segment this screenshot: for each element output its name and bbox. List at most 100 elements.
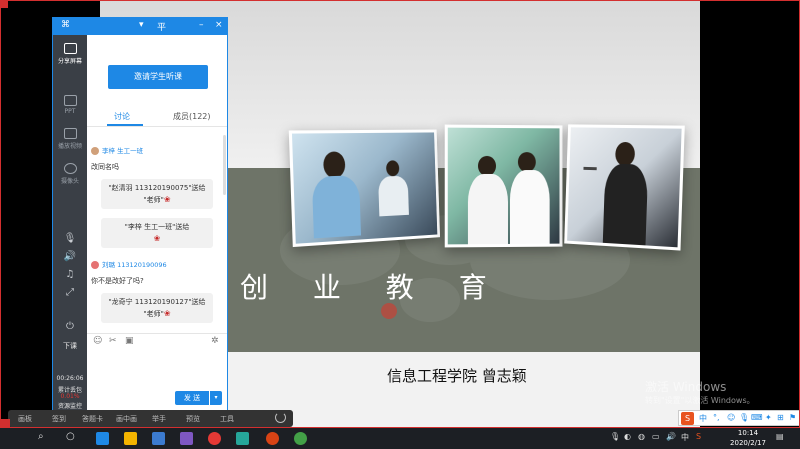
close-icon[interactable]: × bbox=[215, 20, 223, 30]
tab-divider bbox=[87, 126, 227, 127]
taskbar-input-lang[interactable]: 中 bbox=[681, 432, 689, 443]
tool-picture-in-picture[interactable]: 画中画 bbox=[116, 414, 137, 424]
power-icon[interactable] bbox=[275, 412, 286, 423]
ime-punct-icon[interactable]: °, bbox=[713, 413, 720, 422]
camera-icon bbox=[63, 163, 77, 174]
class-timer: 00:26:06 bbox=[56, 375, 84, 382]
rose-icon: ❀ bbox=[153, 234, 161, 243]
avatar bbox=[91, 261, 99, 269]
screen: 创 业 教 育 信息工程学院 曾志颖 ⌘ ▾ 平 – × 分享屏幕 PPT 播放… bbox=[0, 0, 800, 449]
network-icon[interactable]: ▭ bbox=[652, 432, 660, 441]
packet-loss-value: 0.01% bbox=[60, 393, 80, 400]
tool-raise-hand[interactable]: 举手 bbox=[152, 414, 166, 424]
volume-icon[interactable]: 🔊 bbox=[666, 432, 676, 441]
end-class-icon[interactable]: ⏻ bbox=[53, 321, 87, 332]
emoji-icon[interactable]: ☺ bbox=[93, 336, 102, 346]
task-view-icon[interactable]: ○ bbox=[66, 431, 75, 442]
ime-menu-icon[interactable]: ⚑ bbox=[789, 413, 796, 422]
watermark-subtitle: 转到"设置"以激活 Windows。 bbox=[645, 396, 755, 405]
tab-discuss[interactable]: 讨论 bbox=[114, 111, 130, 122]
play-video-icon bbox=[63, 128, 77, 139]
end-class-label[interactable]: 下课 bbox=[53, 341, 87, 351]
tool-whiteboard[interactable]: 画板 bbox=[18, 414, 32, 424]
settings-icon[interactable]: ✲ bbox=[211, 336, 219, 346]
taskbar-app-store-icon[interactable] bbox=[152, 432, 165, 445]
sogou-logo-icon: S bbox=[681, 412, 694, 425]
image-icon[interactable]: ▣ bbox=[125, 336, 134, 346]
notification-icon[interactable]: ▤ bbox=[776, 432, 784, 441]
send-button[interactable]: 发 送 bbox=[175, 391, 209, 405]
panel-sidebar: 分享屏幕 PPT 播放视频 摄像头 🎙 🔊 ♫ ⤢ ⏻ 下课 00:26:06 … bbox=[53, 35, 87, 410]
sidebar-item-play-video[interactable]: 播放视频 bbox=[53, 128, 87, 150]
sidebar-item-label: 分享屏幕 bbox=[57, 58, 82, 65]
share-screen-icon bbox=[63, 43, 77, 54]
share-icon[interactable]: 平 bbox=[157, 20, 166, 33]
taskbar-app-explorer-icon[interactable] bbox=[124, 432, 137, 445]
tool-tools[interactable]: 工具 bbox=[220, 414, 234, 424]
windows-taskbar: ⌕ ○ 🎙 ◐ ◍ ▭ 🔊 中 S 10:14 2020/2/17 ▤ bbox=[0, 428, 800, 449]
tray-app-icon[interactable]: ◐ bbox=[624, 432, 631, 441]
speaker-icon[interactable]: 🔊 bbox=[53, 251, 87, 262]
gift-message: "李梓 生工一班"送给 ❀ bbox=[101, 218, 213, 248]
send-options-chevron-icon[interactable]: ▾ bbox=[210, 391, 222, 405]
pin-icon[interactable]: ▾ bbox=[139, 20, 144, 30]
taskbar-app-powerpoint-icon[interactable] bbox=[266, 432, 279, 445]
ime-lang[interactable]: 中 bbox=[699, 413, 707, 424]
recording-corner-marker bbox=[0, 0, 8, 8]
windows-activation-watermark: 激活 Windows 转到"设置"以激活 Windows。 bbox=[645, 378, 755, 406]
chat-message-text: 改同名吗 bbox=[91, 163, 119, 171]
tool-sign-in[interactable]: 签到 bbox=[52, 414, 66, 424]
gift-message-line: "李梓 生工一班"送给 bbox=[124, 223, 190, 231]
minimize-icon[interactable]: – bbox=[199, 20, 204, 30]
search-icon[interactable]: ⌕ bbox=[38, 431, 44, 442]
ime-toolbar[interactable]: S 中 °, ☺ 🎙 ⌨ ✦ ⊞ ⚑ bbox=[678, 410, 800, 426]
ppt-icon bbox=[63, 95, 77, 106]
ime-skin-icon[interactable]: ✦ bbox=[765, 413, 772, 422]
taskbar-app-wechat-icon[interactable] bbox=[294, 432, 307, 445]
taskbar-app-generic-icon[interactable] bbox=[236, 432, 249, 445]
chat-scrollbar[interactable] bbox=[223, 135, 226, 195]
panel-titlebar[interactable]: ⌘ ▾ 平 – × bbox=[53, 18, 227, 35]
microphone-icon[interactable]: 🎙 bbox=[53, 233, 87, 244]
invite-students-button[interactable]: 邀请学生听课 bbox=[108, 65, 208, 89]
sidebar-item-share-screen[interactable]: 分享屏幕 bbox=[53, 43, 87, 65]
classroom-panel: ⌘ ▾ 平 – × 分享屏幕 PPT 播放视频 摄像头 🎙 🔊 ♫ ⤢ ⏻ 下课… bbox=[52, 17, 228, 410]
tool-preview[interactable]: 预览 bbox=[186, 414, 200, 424]
tab-members[interactable]: 成员(122) bbox=[173, 111, 211, 122]
gift-recipient: "老师" bbox=[143, 310, 164, 318]
sidebar-item-ppt[interactable]: PPT bbox=[53, 95, 87, 115]
slide-photo-group bbox=[444, 124, 563, 248]
resource-monitor-label[interactable]: 资源监控 bbox=[53, 401, 87, 410]
wechat-tray-icon[interactable]: ◍ bbox=[638, 432, 645, 441]
ime-emoji-icon[interactable]: ☺ bbox=[727, 413, 735, 422]
sogou-tray-icon[interactable]: S bbox=[696, 432, 701, 441]
ime-keyboard-icon[interactable]: ⌨ bbox=[751, 413, 763, 422]
ime-tools-icon[interactable]: ⊞ bbox=[777, 413, 784, 422]
clock-date: 2020/2/17 bbox=[730, 439, 766, 447]
mic-tray-icon[interactable]: 🎙 bbox=[610, 432, 620, 441]
app-logo-icon: ⌘ bbox=[61, 20, 70, 30]
recording-corner-marker bbox=[0, 419, 10, 428]
sidebar-item-camera[interactable]: 摄像头 bbox=[53, 163, 87, 185]
taskbar-app-edge-icon[interactable] bbox=[96, 432, 109, 445]
tool-answer-card[interactable]: 答题卡 bbox=[82, 414, 103, 424]
taskbar-app-chrome-icon[interactable] bbox=[208, 432, 221, 445]
chat-message-text: 你不是改好了吗? bbox=[91, 277, 144, 285]
taskbar-app-paint-icon[interactable] bbox=[180, 432, 193, 445]
sidebar-item-label: PPT bbox=[64, 108, 76, 115]
watermark-title: 激活 Windows bbox=[645, 380, 727, 394]
rose-icon: ❀ bbox=[163, 309, 171, 318]
clock-time: 10:14 bbox=[737, 429, 759, 437]
rose-icon: ❀ bbox=[163, 195, 171, 204]
avatar bbox=[91, 147, 99, 155]
expand-icon[interactable]: ⤢ bbox=[53, 287, 87, 298]
taskbar-clock[interactable]: 10:14 2020/2/17 bbox=[728, 428, 768, 448]
music-icon[interactable]: ♫ bbox=[53, 269, 87, 280]
gift-message: "赵清羽 113120190075"送给 "老师"❀ bbox=[101, 179, 213, 209]
ime-voice-icon[interactable]: 🎙 bbox=[739, 413, 749, 422]
chat-message-author: 李梓 生工一班 bbox=[91, 145, 143, 155]
slide-photo-classroom bbox=[288, 129, 441, 248]
screenshot-scissors-icon[interactable]: ✂ bbox=[109, 336, 117, 346]
chat-message-author: 刘璐 113120190096 bbox=[91, 259, 167, 269]
slide-title: 创 业 教 育 bbox=[240, 271, 505, 304]
